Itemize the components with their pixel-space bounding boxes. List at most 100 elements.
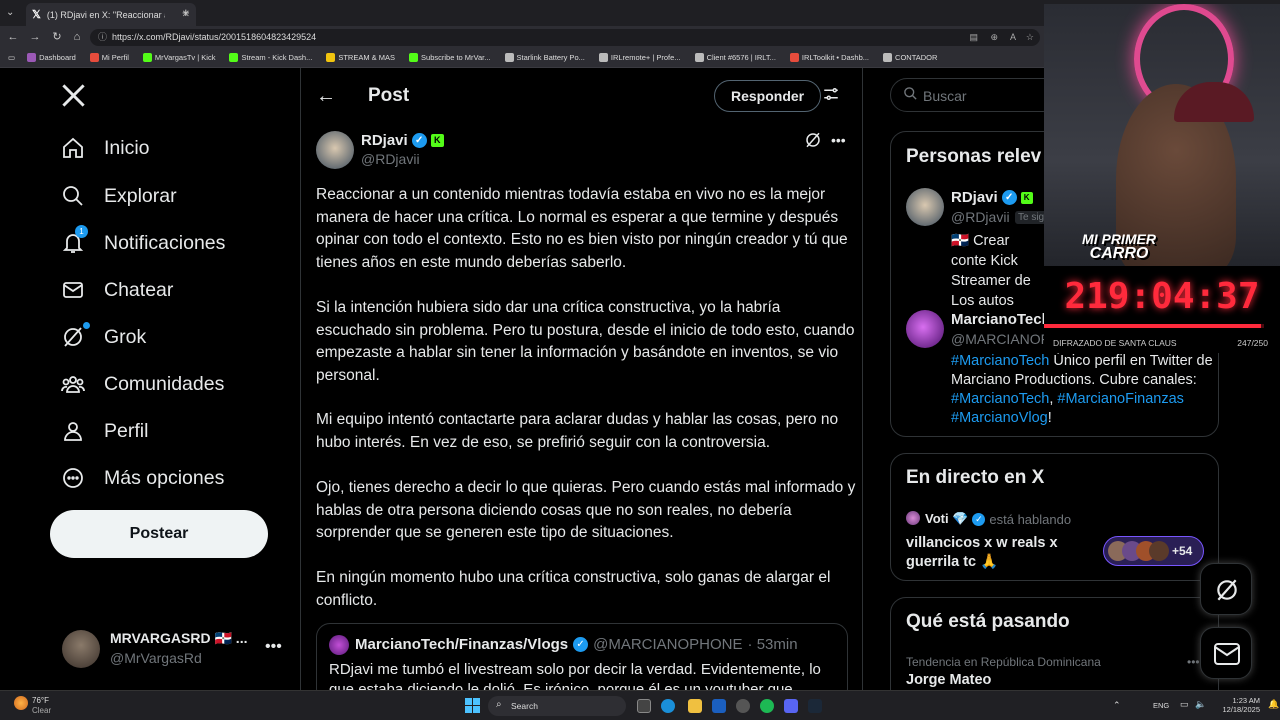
bookmark-item[interactable]: Mi Perfil <box>89 53 129 62</box>
person-avatar[interactable] <box>906 188 944 226</box>
bookmark-menu-icon[interactable]: ▭ <box>8 53 15 62</box>
favorite-icon[interactable]: ☆ <box>1026 29 1034 46</box>
clock-time: 1:23 AM <box>1232 696 1260 705</box>
nav-item-label: Chatear <box>104 278 174 301</box>
bookmark-item[interactable]: Subscribe to MrVar... <box>409 53 491 62</box>
obs-icon[interactable] <box>736 699 750 713</box>
bookmark-label: STREAM & MAS <box>338 53 396 62</box>
nav-item-home[interactable]: Inicio <box>60 133 150 163</box>
post-button[interactable]: Postear <box>50 510 268 558</box>
discord-icon[interactable] <box>784 699 798 713</box>
hashtag-link[interactable]: #MarcianoFinanzas <box>1057 391 1184 407</box>
bookmark-favicon-icon <box>27 53 37 62</box>
live-space-title[interactable]: villancicos x w reals x guerrila tc 🙏 <box>906 534 1076 572</box>
browser-tab[interactable]: 𝕏 (1) RDjavi en X: "Reaccionar a un c ✕ <box>26 3 196 26</box>
spotify-icon[interactable] <box>760 699 774 713</box>
bookmark-label: IRLToolkit • Dashb... <box>801 53 870 62</box>
bookmark-favicon-icon <box>326 53 336 62</box>
post-more-icon[interactable]: ••• <box>831 132 846 148</box>
account-switcher[interactable]: MRVARGASRD 🇩🇴 ... @MrVargasRd ••• <box>60 628 300 672</box>
person-name[interactable]: RDjavi <box>951 189 998 206</box>
person-handle: @RDjavii <box>951 209 1010 225</box>
bookmark-item[interactable]: Stream - Kick Dash... <box>229 53 312 62</box>
back-icon[interactable]: ← <box>5 29 21 45</box>
file-explorer-icon[interactable] <box>688 699 702 713</box>
tab-menu-icon[interactable]: ⌄ <box>6 7 14 18</box>
back-arrow-icon[interactable]: ← <box>316 85 336 108</box>
person-avatar[interactable] <box>906 310 944 348</box>
nav-item-mail[interactable]: Chatear <box>60 275 173 305</box>
language-indicator[interactable]: ENG <box>1153 701 1169 710</box>
task-view-icon[interactable] <box>637 699 651 713</box>
post-paragraph-1: Reaccionar a un contenido mientras todav… <box>316 186 848 271</box>
nav-item-communities[interactable]: Comunidades <box>60 369 224 399</box>
reply-button[interactable]: Responder <box>714 80 822 112</box>
grok-explain-icon[interactable] <box>804 131 822 154</box>
account-more-icon[interactable]: ••• <box>265 638 282 656</box>
edge-icon[interactable] <box>661 699 675 713</box>
reload-icon[interactable]: ↻ <box>49 29 65 45</box>
hashtag-link[interactable]: #MarcianoTech <box>951 353 1049 369</box>
nav-item-search[interactable]: Explorar <box>60 181 177 211</box>
trend-name[interactable]: Jorge Mateo <box>906 672 991 688</box>
nav-item-more-circle[interactable]: Más opciones <box>60 463 224 493</box>
quoted-handle: @MARCIANOPHONE <box>593 636 743 653</box>
bookmark-item[interactable]: CONTADOR <box>883 53 937 62</box>
trend-context: Tendencia en República Dominicana <box>906 655 1101 669</box>
search-icon <box>60 183 86 209</box>
person-bio: #MarcianoTech Único perfil en Twitter de… <box>951 352 1213 428</box>
trend-more-icon[interactable]: ••• <box>1187 655 1200 669</box>
bookmark-item[interactable]: STREAM & MAS <box>326 53 395 62</box>
bookmark-item[interactable]: Starlink Battery Po... <box>504 53 585 62</box>
windows-start-icon[interactable] <box>465 698 480 713</box>
author-name[interactable]: RDjavi <box>361 132 408 149</box>
author-avatar[interactable] <box>316 131 354 169</box>
reader-icon[interactable]: ▤ <box>969 29 978 46</box>
more-circle-icon <box>60 465 86 491</box>
translate-icon[interactable]: A <box>1010 29 1016 46</box>
steam-icon[interactable] <box>808 699 822 713</box>
grok-icon <box>60 324 86 350</box>
bookmark-label: Client #6576 | IRLT... <box>706 53 776 62</box>
taskbar-search[interactable]: ⌕ Search <box>488 696 626 716</box>
quoted-header: MarcianoTech/Finanzas/Vlogs ✓ @MARCIANOP… <box>355 636 798 653</box>
bookmark-favicon-icon <box>409 53 419 62</box>
live-host[interactable]: Voti 💎 <box>925 511 968 527</box>
weather-icon[interactable] <box>14 696 28 710</box>
bookmark-item[interactable]: IRLremote+ | Profe... <box>598 53 681 62</box>
new-tab-icon[interactable]: + <box>182 5 190 20</box>
home-button-icon[interactable]: ⌂ <box>69 29 85 45</box>
weather-temp: 76°F <box>32 696 49 705</box>
bookmark-item[interactable]: IRLToolkit • Dashb... <box>789 53 870 62</box>
bookmark-item[interactable]: Dashboard <box>27 53 76 62</box>
nav-item-label: Más opciones <box>104 466 225 489</box>
x-home-logo-icon[interactable] <box>60 82 87 114</box>
hashtag-link[interactable]: #MarcianoVlog <box>951 410 1048 426</box>
forward-icon[interactable]: → <box>27 29 43 45</box>
zoom-icon[interactable]: ⊕ <box>990 29 998 46</box>
person-name-row: RDjavi ✓ K <box>951 189 1033 206</box>
site-info-icon[interactable]: ⓘ <box>98 29 107 46</box>
quoted-verified-icon: ✓ <box>573 637 589 652</box>
volume-icon[interactable]: 🔈 <box>1195 699 1206 710</box>
hashtag-link[interactable]: #MarcianoTech <box>951 391 1049 407</box>
messages-float-button[interactable] <box>1200 627 1252 679</box>
url-input[interactable]: ⓘ https://x.com/RDjavi/status/2001518604… <box>90 29 1040 46</box>
reply-settings-icon[interactable] <box>822 85 840 108</box>
listeners-extra: +54 <box>1172 544 1193 558</box>
search-input[interactable]: Buscar <box>890 78 1060 112</box>
network-icon[interactable]: ▭ <box>1180 699 1189 710</box>
listeners-pill[interactable]: +54 <box>1103 536 1204 566</box>
grok-float-button[interactable] <box>1200 563 1252 615</box>
outlook-icon[interactable] <box>712 699 726 713</box>
bookmark-item[interactable]: MrVargasTv | Kick <box>142 53 215 62</box>
nav-item-person[interactable]: Perfil <box>60 416 148 446</box>
tray-overflow-icon[interactable]: ⌃ <box>1113 700 1121 711</box>
progress-fill <box>1044 324 1262 328</box>
clock[interactable]: 1:23 AM 12/18/2025 <box>1214 696 1260 714</box>
nav-item-label: Inicio <box>104 136 150 159</box>
person-name[interactable]: MarcianoTech <box>951 311 1051 328</box>
notification-bell-icon[interactable]: 🔔 <box>1268 699 1279 710</box>
nav-item-grok[interactable]: Grok <box>60 322 146 352</box>
bookmark-item[interactable]: Client #6576 | IRLT... <box>694 53 776 62</box>
